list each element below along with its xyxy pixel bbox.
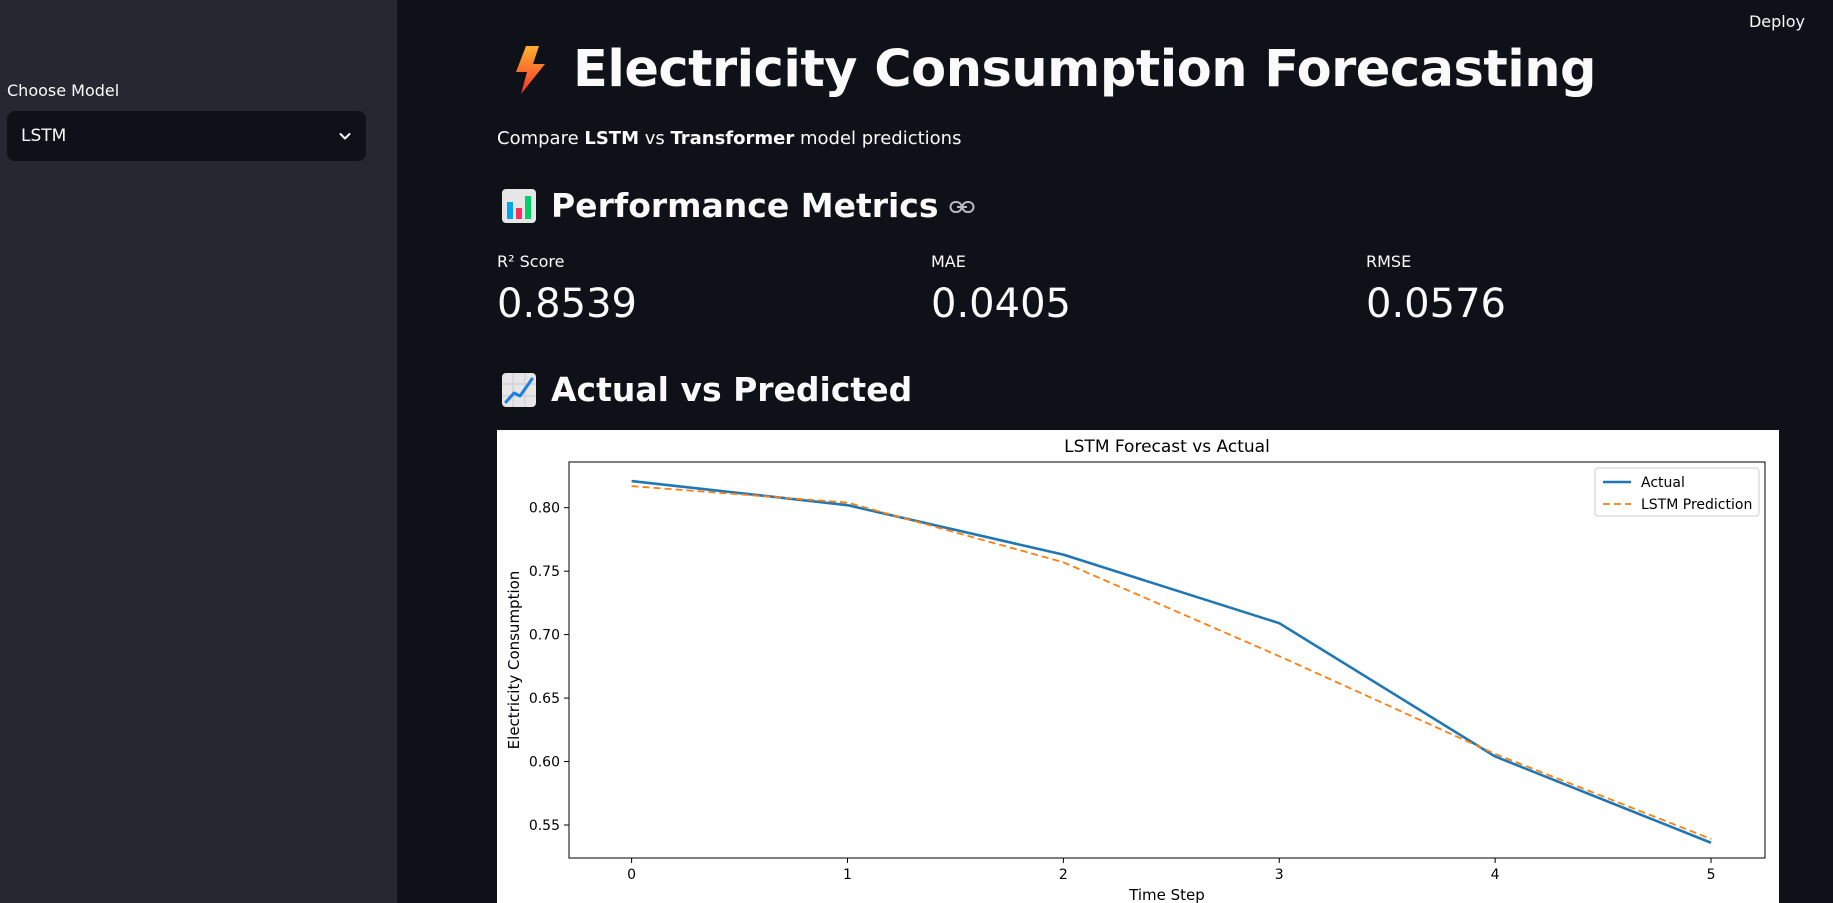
y-tick-label: 0.65 [529,691,560,707]
metric-mae: MAE 0.0405 [931,252,1071,327]
metric-label: MAE [931,252,966,271]
x-tick-label: 1 [843,867,852,883]
x-axis-label: Time Step [1128,886,1205,903]
subtitle-text: vs [639,128,671,149]
chart-heading: Actual vs Predicted [501,370,912,409]
y-tick-label: 0.60 [529,755,560,771]
series-line-actual [631,479,1712,844]
bar-chart-icon [501,188,537,224]
y-tick-label: 0.75 [529,564,560,580]
chart-title: LSTM Forecast vs Actual [1064,437,1270,457]
metric-value: 0.0576 [1366,281,1506,327]
x-tick-label: 2 [1059,867,1068,883]
metric-label: RMSE [1366,252,1412,271]
y-tick-label: 0.80 [529,501,560,517]
y-tick-label: 0.55 [529,818,560,834]
x-tick-label: 4 [1491,867,1500,883]
metric-label: R² Score [497,252,565,271]
x-tick-label: 0 [627,867,636,883]
page-subtitle: Compare LSTM vs Transformer model predic… [497,128,961,149]
metric-r2: R² Score 0.8539 [497,252,637,327]
y-axis-label: Electricity Consumption [505,571,523,750]
metric-value: 0.8539 [497,281,637,327]
metrics-heading: Performance Metrics [501,186,975,225]
page-title-row: Electricity Consumption Forecasting [509,40,1597,99]
sidebar: Choose Model LSTM [0,0,397,903]
subtitle-text: model predictions [794,128,962,149]
metric-rmse: RMSE 0.0576 [1366,252,1506,327]
subtitle-transformer: Transformer [670,128,795,149]
deploy-button[interactable]: Deploy [1749,12,1805,31]
forecast-chart-svg: LSTM Forecast vs Actual 0 1 2 3 4 5 0.55 0.60 0.6… [505,437,1766,903]
x-tick-label: 3 [1275,867,1284,883]
main-content: Deploy Electricity Consumption Forecasti… [397,0,1833,903]
lightning-icon [509,44,551,96]
link-icon[interactable] [949,199,975,213]
subtitle-lstm: LSTM [584,128,639,149]
forecast-chart: LSTM Forecast vs Actual 0 1 2 3 4 5 0.55 0.60 0.6… [497,430,1779,903]
legend-label: LSTM Prediction [1641,497,1752,513]
legend-label: Actual [1641,475,1685,491]
page-title: Electricity Consumption Forecasting [573,40,1597,99]
chart-increasing-icon [501,372,537,408]
subtitle-text: Compare [497,128,585,149]
y-tick-label: 0.70 [529,628,560,644]
plot-frame [568,461,1766,859]
metric-value: 0.0405 [931,281,1071,327]
metrics-heading-text: Performance Metrics [551,186,939,225]
app-window: Choose Model LSTM Deploy Electricity Con… [0,0,1833,903]
series-line-prediction [631,485,1712,840]
model-select[interactable]: LSTM [7,111,366,161]
chart-heading-text: Actual vs Predicted [551,370,913,409]
chevron-down-icon [338,129,352,143]
x-tick-label: 5 [1707,867,1716,883]
model-select-label: Choose Model [7,81,120,100]
model-select-value: LSTM [21,126,67,146]
